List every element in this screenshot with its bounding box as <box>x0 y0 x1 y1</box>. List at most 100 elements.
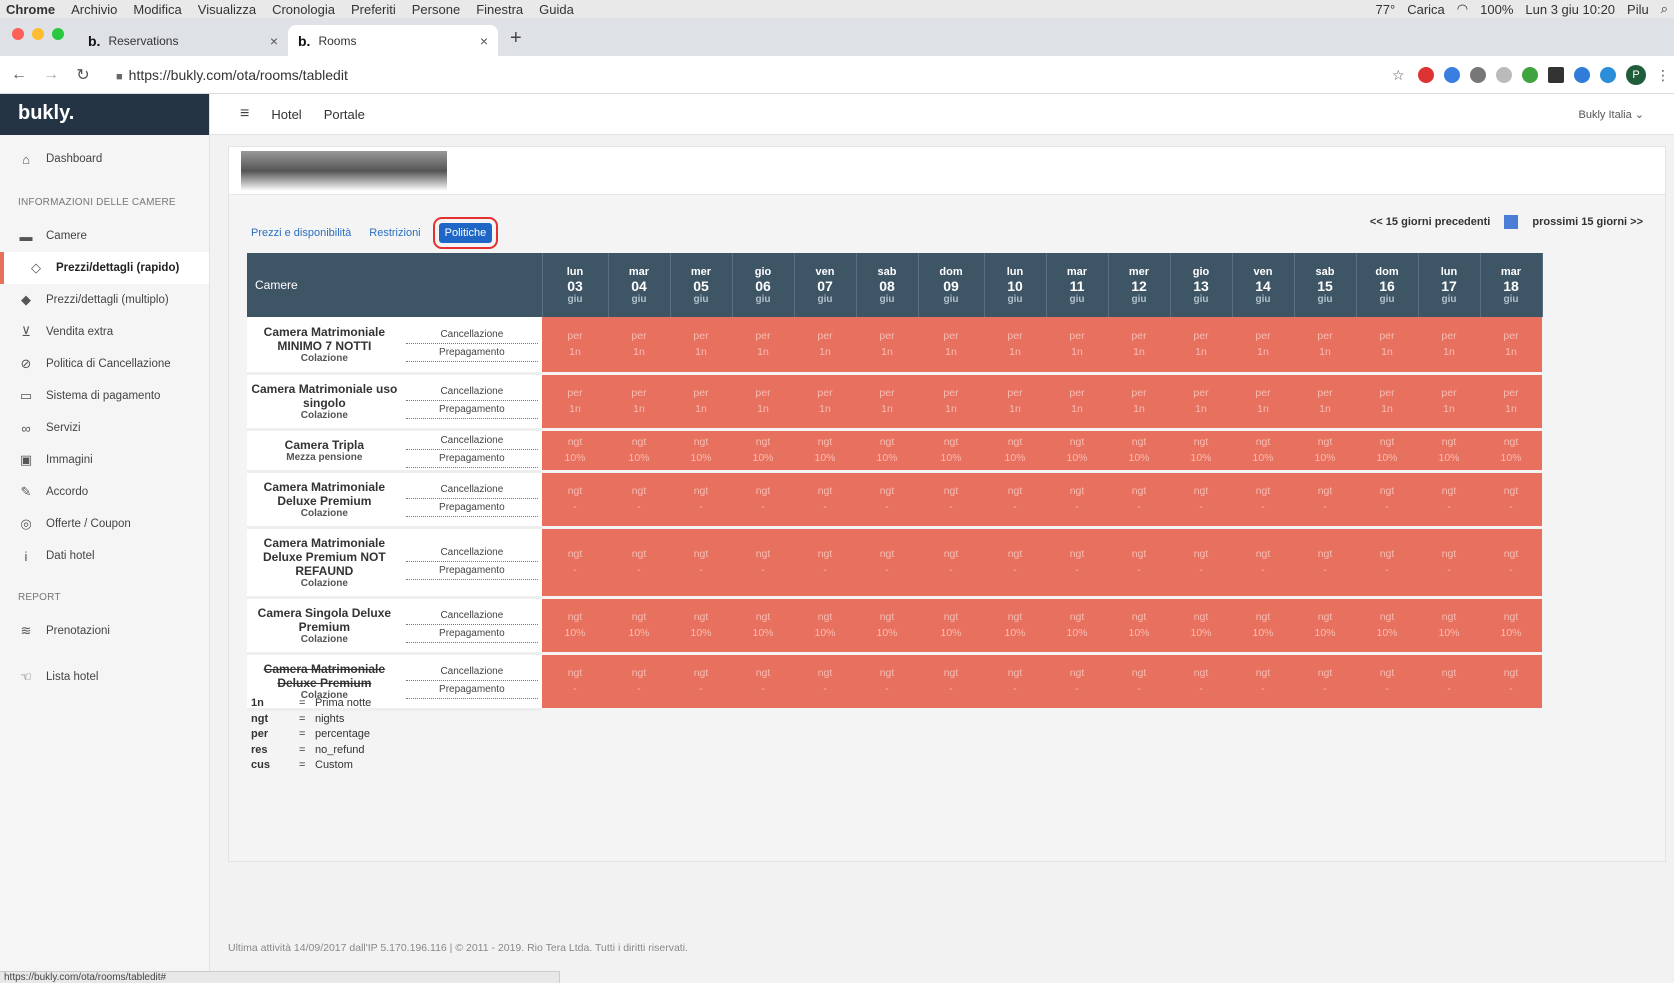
policy-cell[interactable]: ngt - <box>1418 471 1480 529</box>
sidebar-item-servizi[interactable]: ∞ Servizi <box>0 412 209 444</box>
close-tab-icon[interactable]: × <box>270 33 278 49</box>
policy-cell[interactable]: ngt 10% <box>1170 429 1232 473</box>
policy-cell[interactable]: per 1n <box>1480 317 1542 375</box>
policy-cell[interactable]: ngt - <box>1294 527 1356 599</box>
extension-icon[interactable] <box>1444 66 1460 83</box>
policy-cell[interactable]: ngt - <box>732 471 794 529</box>
calendar-icon[interactable] <box>1504 215 1519 229</box>
extension-icon[interactable] <box>1496 66 1512 83</box>
policy-cell[interactable]: ngt - <box>1046 527 1108 599</box>
policy-cell[interactable]: ngt - <box>1480 471 1542 529</box>
policy-cell[interactable]: per 1n <box>984 373 1046 431</box>
policy-cell[interactable]: ngt - <box>794 471 856 529</box>
policy-cell[interactable]: ngt 10% <box>984 597 1046 655</box>
policy-cell[interactable]: ngt - <box>1480 653 1542 711</box>
policy-cell[interactable]: per 1n <box>794 373 856 431</box>
menu-persone[interactable]: Persone <box>412 2 460 17</box>
next-15-days-link[interactable]: prossimi 15 giorni >> <box>1532 216 1643 228</box>
policy-cell[interactable]: ngt 10% <box>1046 597 1108 655</box>
policy-cell[interactable]: per 1n <box>1232 373 1294 431</box>
extension-icon[interactable] <box>1574 66 1590 83</box>
menu-cronologia[interactable]: Cronologia <box>272 2 335 17</box>
policy-cell[interactable]: ngt 10% <box>1108 597 1170 655</box>
extension-icon[interactable] <box>1470 66 1486 83</box>
sidebar-item-dashboard[interactable]: ⌂ Dashboard <box>0 143 209 175</box>
policy-cell[interactable]: per 1n <box>856 317 918 375</box>
policy-cell[interactable]: ngt - <box>1108 471 1170 529</box>
policy-cell[interactable]: ngt 10% <box>1294 597 1356 655</box>
policy-cell[interactable]: ngt 10% <box>918 429 984 473</box>
policy-cell[interactable]: ngt - <box>542 527 608 599</box>
policy-cell[interactable]: per 1n <box>732 373 794 431</box>
menu-preferiti[interactable]: Preferiti <box>351 2 396 17</box>
tab-restrizioni[interactable]: Restrizioni <box>369 227 420 239</box>
policy-cell[interactable]: per 1n <box>1294 317 1356 375</box>
policy-cell[interactable]: ngt - <box>984 527 1046 599</box>
minimize-window-icon[interactable] <box>32 28 44 40</box>
policy-cell[interactable]: ngt 10% <box>1356 429 1418 473</box>
policy-cell[interactable]: ngt 10% <box>794 429 856 473</box>
tab-prezzi-disponibilita[interactable]: Prezzi e disponibilità <box>251 227 351 239</box>
policy-cell[interactable]: per 1n <box>984 317 1046 375</box>
maximize-window-icon[interactable] <box>52 28 64 40</box>
datetime[interactable]: Lun 3 giu 10:20 <box>1525 2 1615 17</box>
menu-visualizza[interactable]: Visualizza <box>198 2 256 17</box>
policy-cell[interactable]: per 1n <box>1170 317 1232 375</box>
policy-cell[interactable]: ngt - <box>1356 527 1418 599</box>
policy-cell[interactable]: ngt 10% <box>1232 429 1294 473</box>
sidebar-item-lista-hotel[interactable]: ☜ Lista hotel <box>0 661 209 693</box>
close-window-icon[interactable] <box>12 28 24 40</box>
policy-cell[interactable]: ngt 10% <box>856 597 918 655</box>
profile-avatar[interactable]: P <box>1626 64 1646 85</box>
policy-cell[interactable]: ngt 10% <box>1480 597 1542 655</box>
policy-cell[interactable]: ngt - <box>1108 653 1170 711</box>
policy-cell[interactable]: ngt 10% <box>1418 429 1480 473</box>
policy-cell[interactable]: ngt - <box>918 471 984 529</box>
policy-cell[interactable]: per 1n <box>1356 373 1418 431</box>
tab-politiche[interactable]: Politiche <box>432 217 499 249</box>
policy-cell[interactable]: ngt - <box>542 471 608 529</box>
menu-guida[interactable]: Guida <box>539 2 574 17</box>
app-menu[interactable]: Chrome <box>6 2 55 17</box>
sidebar-item-camere[interactable]: ▬ Camere <box>0 220 209 252</box>
forward-icon[interactable]: → <box>38 66 64 84</box>
sidebar-item-prenotazioni[interactable]: ≋ Prenotazioni <box>0 615 209 647</box>
spotlight-search-icon[interactable]: ⌕ <box>1661 1 1668 17</box>
policy-cell[interactable]: ngt 10% <box>918 597 984 655</box>
policy-cell[interactable]: per 1n <box>1108 373 1170 431</box>
policy-cell[interactable]: ngt - <box>1108 527 1170 599</box>
policy-cell[interactable]: ngt - <box>608 653 670 711</box>
policy-cell[interactable]: per 1n <box>1294 373 1356 431</box>
policy-cell[interactable]: ngt 10% <box>732 597 794 655</box>
policy-cell[interactable]: ngt - <box>670 653 732 711</box>
extension-icon[interactable] <box>1600 66 1616 83</box>
policy-cell[interactable]: ngt - <box>670 527 732 599</box>
policy-cell[interactable]: ngt - <box>984 471 1046 529</box>
policy-cell[interactable]: ngt - <box>670 471 732 529</box>
policy-cell[interactable]: ngt 10% <box>1356 597 1418 655</box>
policy-cell[interactable]: ngt - <box>1232 527 1294 599</box>
tab-reservations[interactable]: b. Reservations × <box>78 25 288 56</box>
policy-cell[interactable]: ngt 10% <box>1170 597 1232 655</box>
close-tab-icon[interactable]: × <box>480 33 488 49</box>
policy-cell[interactable]: ngt - <box>794 527 856 599</box>
account-dropdown[interactable]: Bukly Italia ⌄ <box>1579 108 1644 121</box>
tab-rooms[interactable]: b. Rooms × <box>288 25 498 56</box>
policy-cell[interactable]: ngt - <box>1356 653 1418 711</box>
policy-cell[interactable]: per 1n <box>1170 373 1232 431</box>
policy-cell[interactable]: ngt - <box>794 653 856 711</box>
policy-cell[interactable]: ngt - <box>542 653 608 711</box>
policy-cell[interactable]: ngt 10% <box>608 429 670 473</box>
url-field[interactable]: ■ https://bukly.com/ota/rooms/tabledit <box>116 67 348 83</box>
sidebar-item-pagamento[interactable]: ▭ Sistema di pagamento <box>0 380 209 412</box>
policy-cell[interactable]: ngt - <box>1480 527 1542 599</box>
policy-cell[interactable]: per 1n <box>1418 373 1480 431</box>
back-icon[interactable]: ← <box>6 66 32 84</box>
policy-cell[interactable]: ngt 10% <box>608 597 670 655</box>
policy-cell[interactable]: per 1n <box>732 317 794 375</box>
extension-icon[interactable] <box>1548 66 1564 83</box>
policy-cell[interactable]: per 1n <box>1480 373 1542 431</box>
bukly-logo[interactable]: bukly. <box>0 94 209 135</box>
menu-dots-icon[interactable]: ⋮ <box>1656 67 1670 83</box>
policy-cell[interactable]: ngt 10% <box>1480 429 1542 473</box>
